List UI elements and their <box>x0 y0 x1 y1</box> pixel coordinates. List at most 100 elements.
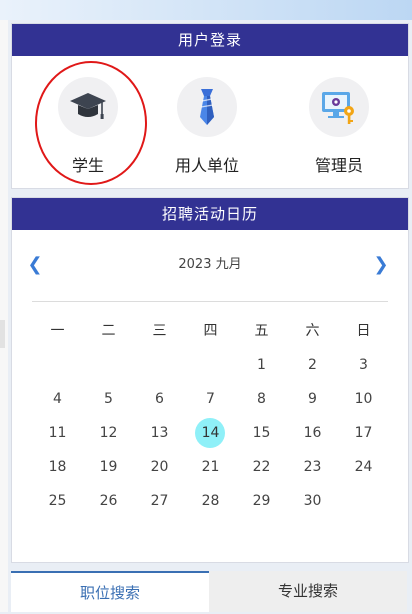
calendar-day-number: 12 <box>99 425 118 441</box>
calendar-day[interactable]: 12 <box>83 416 134 450</box>
calendar-navigation: ❮ 2023 九月 ❯ <box>12 250 408 280</box>
highlight-circle <box>35 61 147 185</box>
calendar-day-today[interactable]: 14 <box>185 416 236 450</box>
calendar-panel-title: 招聘活动日历 <box>12 198 408 230</box>
calendar-empty-cell <box>32 348 83 382</box>
calendar-day-number: 9 <box>308 391 317 407</box>
calendar-day-number: 15 <box>252 425 271 441</box>
calendar-day[interactable]: 7 <box>185 382 236 416</box>
calendar-day-number: 21 <box>201 459 220 475</box>
calendar-empty-cell <box>185 348 236 382</box>
top-banner-strip <box>0 0 412 20</box>
calendar-day[interactable]: 1 <box>236 348 287 382</box>
tab-job-search[interactable]: 职位搜索 <box>11 571 209 612</box>
calendar-day[interactable]: 28 <box>185 484 236 518</box>
calendar-day-number: 23 <box>303 459 322 475</box>
calendar-day-number: 24 <box>354 459 373 475</box>
calendar-day-number: 14 <box>201 425 220 441</box>
calendar-grid: 一 二 三 四 五 六 日 1 2 3 4 5 6 7 8 9 10 11 12 13 14 15 16 17 1… <box>32 314 389 518</box>
weekday-label: 二 <box>101 323 116 339</box>
calendar-day-number: 5 <box>104 391 113 407</box>
calendar-day[interactable]: 16 <box>287 416 338 450</box>
calendar-day[interactable]: 9 <box>287 382 338 416</box>
calendar-day[interactable]: 24 <box>338 450 389 484</box>
calendar-empty-cell <box>83 348 134 382</box>
left-edge-marker <box>0 320 5 348</box>
calendar-day[interactable]: 29 <box>236 484 287 518</box>
calendar-day[interactable]: 6 <box>134 382 185 416</box>
calendar-week-row: 11 12 13 14 15 16 17 <box>32 416 389 450</box>
employer-label: 用人单位 <box>174 156 239 175</box>
admin-label: 管理员 <box>314 156 363 175</box>
admin-login-button[interactable]: 管理员 <box>279 56 399 188</box>
calendar-week-row: 4 5 6 7 8 9 10 <box>32 382 389 416</box>
calendar-day-number: 8 <box>257 391 266 407</box>
calendar-day[interactable]: 11 <box>32 416 83 450</box>
calendar-week-row: 18 19 20 21 22 23 24 <box>32 450 389 484</box>
calendar-day[interactable]: 3 <box>338 348 389 382</box>
weekday-label: 四 <box>203 323 218 339</box>
calendar-empty-cell <box>338 484 389 518</box>
calendar-day[interactable]: 15 <box>236 416 287 450</box>
calendar-day[interactable]: 21 <box>185 450 236 484</box>
calendar-day-number: 30 <box>303 493 322 509</box>
calendar-day-number: 16 <box>303 425 322 441</box>
weekday-label: 三 <box>152 323 167 339</box>
calendar-day[interactable]: 18 <box>32 450 83 484</box>
calendar-day[interactable]: 2 <box>287 348 338 382</box>
calendar-day-number: 29 <box>252 493 271 509</box>
calendar-day[interactable]: 26 <box>83 484 134 518</box>
calendar-day[interactable]: 25 <box>32 484 83 518</box>
weekday-label: 五 <box>254 323 269 339</box>
calendar-day-number: 25 <box>48 493 67 509</box>
calendar-week-row: 25 26 27 28 29 30 <box>32 484 389 518</box>
calendar-day-number: 27 <box>150 493 169 509</box>
calendar-day-number: 26 <box>99 493 118 509</box>
calendar-divider <box>32 301 388 302</box>
weekday-label: 日 <box>356 323 371 339</box>
student-login-button[interactable]: 学生 <box>28 56 148 188</box>
calendar-day[interactable]: 19 <box>83 450 134 484</box>
calendar-day[interactable]: 20 <box>134 450 185 484</box>
calendar-day[interactable]: 8 <box>236 382 287 416</box>
calendar-day-number: 13 <box>150 425 169 441</box>
chevron-right-icon: ❯ <box>373 254 389 275</box>
calendar-day-number: 6 <box>155 391 164 407</box>
calendar-day[interactable]: 17 <box>338 416 389 450</box>
calendar-day[interactable]: 30 <box>287 484 338 518</box>
calendar-day[interactable]: 23 <box>287 450 338 484</box>
next-month-button[interactable]: ❯ <box>366 250 396 280</box>
calendar-day[interactable]: 5 <box>83 382 134 416</box>
calendar-day-number: 28 <box>201 493 220 509</box>
calendar-day-number: 19 <box>99 459 118 475</box>
calendar-day-number: 1 <box>257 357 266 373</box>
weekday-label: 一 <box>50 323 65 339</box>
employer-login-button[interactable]: 用人单位 <box>147 56 267 188</box>
calendar-day-number: 2 <box>308 357 317 373</box>
calendar-day[interactable]: 10 <box>338 382 389 416</box>
calendar-day-number: 20 <box>150 459 169 475</box>
calendar-day-number: 10 <box>354 391 373 407</box>
login-panel-title: 用户登录 <box>12 24 408 56</box>
calendar-week-row: 1 2 3 <box>32 348 389 382</box>
monitor-key-icon <box>309 77 369 137</box>
calendar-month-label: 2023 九月 <box>178 257 242 272</box>
calendar-day-number: 4 <box>53 391 62 407</box>
left-edge-strip <box>0 20 8 612</box>
tab-major-search[interactable]: 专业搜索 <box>209 571 407 612</box>
calendar-day[interactable]: 27 <box>134 484 185 518</box>
calendar-day[interactable]: 13 <box>134 416 185 450</box>
calendar-day-number: 3 <box>359 357 368 373</box>
calendar-day-number: 17 <box>354 425 373 441</box>
calendar-day-number: 22 <box>252 459 271 475</box>
calendar-day[interactable]: 4 <box>32 382 83 416</box>
weekday-header-row: 一 二 三 四 五 六 日 <box>32 314 389 348</box>
search-tabs: 职位搜索 专业搜索 <box>11 571 407 612</box>
calendar-empty-cell <box>134 348 185 382</box>
calendar-day-number: 11 <box>48 425 67 441</box>
weekday-label: 六 <box>305 323 320 339</box>
recruitment-calendar-panel: 招聘活动日历 ❮ 2023 九月 ❯ 一 二 三 四 五 六 日 1234567… <box>11 197 409 563</box>
login-panel: 用户登录 学生 用人单位 管理员 <box>11 23 409 189</box>
calendar-day-number: 7 <box>206 391 215 407</box>
calendar-day[interactable]: 22 <box>236 450 287 484</box>
